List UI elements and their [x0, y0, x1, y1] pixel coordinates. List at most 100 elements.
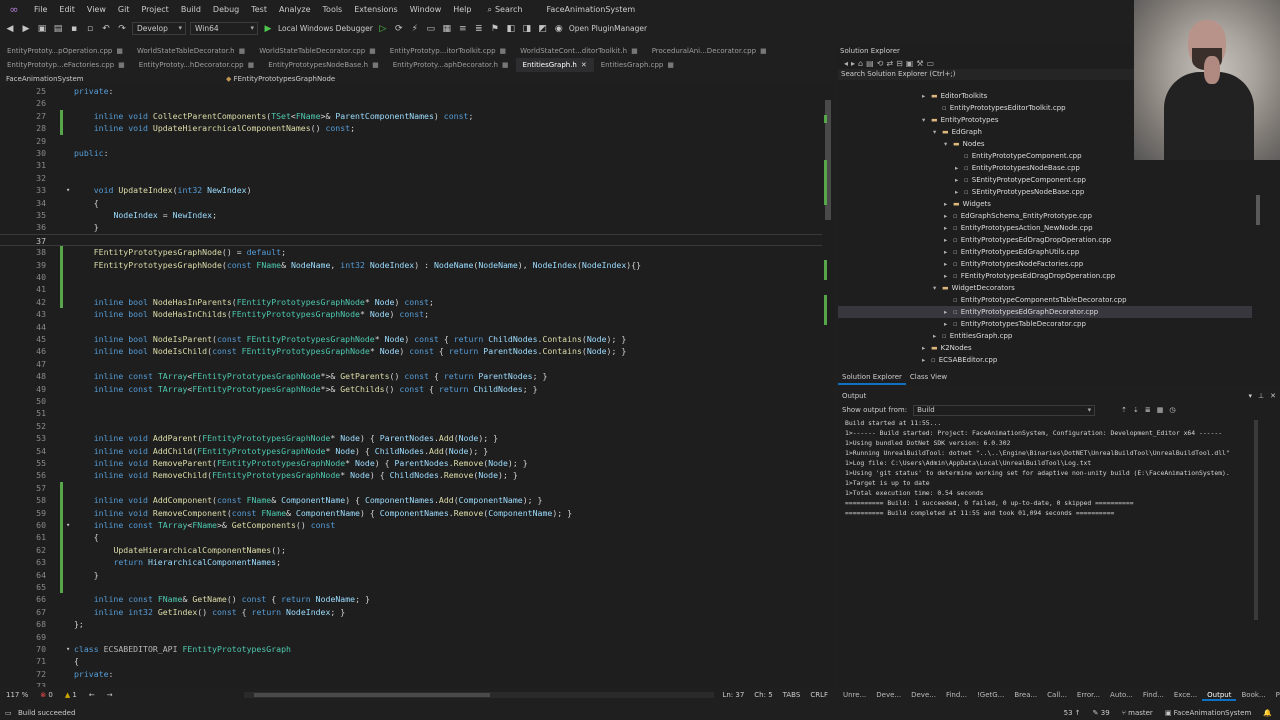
code-editor[interactable]: 25 private: 26 27 inline void CollectParent… — [0, 85, 834, 687]
tree-file[interactable]: ▸ ▫ FEntityPrototypesEdDragDropOperation.c… — [838, 270, 1115, 282]
tree-folder[interactable]: ▾ ▬ Nodes — [838, 138, 985, 150]
code-line[interactable]: 44 — [0, 321, 822, 333]
pencil-count[interactable]: ✎ 39 — [1093, 709, 1110, 717]
scrollbar-thumb[interactable] — [254, 693, 490, 697]
tree-file[interactable]: ▸ ▫ SEntityPrototypesNodeBase.cpp — [838, 186, 1084, 198]
code-line[interactable]: 56 inline void RemoveChild(FEntityProtot… — [0, 469, 822, 481]
code-line[interactable]: 33 ▾ void UpdateIndex(int32 NewIndex) — [0, 184, 822, 196]
preview-icon[interactable]: ▭ — [927, 59, 935, 68]
up-arrow-count[interactable]: 53 ↑ — [1064, 709, 1081, 717]
code-line[interactable]: 47 — [0, 358, 822, 370]
code-line[interactable]: 37 — [0, 233, 822, 246]
scope-dropdown[interactable]: ◆ FEntityPrototypesGraphNode — [220, 75, 480, 83]
editor-horizontal-scrollbar[interactable] — [244, 692, 714, 698]
pin-icon[interactable]: ■ — [372, 61, 379, 69]
pin-icon[interactable]: ■ — [369, 47, 376, 55]
code-line[interactable]: 58 inline void AddComponent(const FName&… — [0, 494, 822, 506]
show-all-files-icon[interactable]: ▣ — [906, 59, 914, 68]
file-icon[interactable]: ▭ — [425, 23, 437, 35]
tree-file[interactable]: ▸ ▫ EdGraphSchema_EntityPrototype.cpp — [838, 210, 1092, 222]
code-line[interactable]: 30 public: — [0, 147, 822, 159]
editor-tab[interactable]: EntitiesGraph.cpp ■ — [594, 58, 681, 72]
tree-folder[interactable]: ▾ ▬ WidgetDecorators — [838, 282, 1015, 294]
code-line[interactable]: 49 inline const TArray<FEntityPrototypes… — [0, 383, 822, 395]
expand-chevron-icon[interactable]: ▸ — [944, 246, 953, 258]
expand-chevron-icon[interactable]: ▾ — [933, 282, 942, 294]
tool-window-tab[interactable]: Book... — [1236, 689, 1270, 701]
tree-scrollbar[interactable] — [1256, 195, 1260, 225]
next-message-icon[interactable]: ⇣ — [1133, 406, 1139, 414]
fold-chevron-icon[interactable]: ▾ — [66, 519, 70, 531]
debugger-button[interactable]: Local Windows Debugger — [278, 24, 373, 33]
editor-tab[interactable]: WorldStateTableDecorator.cpp ■ — [252, 44, 383, 58]
code-line[interactable]: 25 private: — [0, 85, 822, 97]
tree-file[interactable]: ▸ ▫ ECSABEditor.cpp — [838, 354, 997, 366]
expand-chevron-icon[interactable]: ▸ — [944, 318, 953, 330]
menu-tools[interactable]: Tools — [317, 0, 349, 19]
editor-tab[interactable]: WorldStateTableDecorator.h ■ — [130, 44, 252, 58]
tool-window-tab[interactable]: !GetG... — [972, 689, 1009, 701]
expand-chevron-icon[interactable]: ▸ — [944, 234, 953, 246]
expand-chevron-icon[interactable]: ▸ — [933, 330, 942, 342]
code-line[interactable]: 41 — [0, 283, 822, 295]
menu-help[interactable]: Help — [447, 0, 477, 19]
expand-chevron-icon[interactable]: ▸ — [944, 198, 953, 210]
tree-folder[interactable]: ▾ ▬ EntityPrototypes — [838, 114, 998, 126]
expand-chevron-icon[interactable]: ▸ — [944, 222, 953, 234]
bookmark-clear-icon[interactable]: ◩ — [537, 23, 549, 35]
editor-tab[interactable]: ProceduralAni...Decorator.cpp ■ — [645, 44, 774, 58]
bookmark-icon[interactable]: ⚑ — [489, 23, 501, 35]
uncomment-icon[interactable]: ≣ — [473, 23, 485, 35]
code-line[interactable]: 39 FEntityPrototypesGraphNode(const FNam… — [0, 259, 822, 271]
code-line[interactable]: 48 inline const TArray<FEntityPrototypes… — [0, 370, 822, 382]
code-line[interactable]: 55 inline void RemoveParent(FEntityProto… — [0, 457, 822, 469]
menu-window[interactable]: Window — [404, 0, 448, 19]
code-line[interactable]: 28 inline void UpdateHierarchicalCompone… — [0, 122, 822, 134]
menu-file[interactable]: File — [28, 0, 53, 19]
code-line[interactable]: 42 inline bool NodeHasInParents(FEntityP… — [0, 296, 822, 308]
code-line[interactable]: 43 inline bool NodeHasInChilds(FEntityPr… — [0, 308, 822, 320]
code-line[interactable]: 26 — [0, 97, 822, 109]
code-line[interactable]: 38 FEntityPrototypesGraphNode() = defaul… — [0, 246, 822, 258]
open-folder-icon[interactable]: ▤ — [52, 23, 64, 35]
code-line[interactable]: 66 inline const FName& GetName() const {… — [0, 593, 822, 605]
editor-tab[interactable]: EntityPrototy...hDecorator.cpp ■ — [132, 58, 261, 72]
configuration-select[interactable]: Develop — [132, 22, 186, 35]
code-line[interactable]: 69 — [0, 631, 822, 643]
pending-changes-icon[interactable]: ⟲ — [877, 59, 884, 68]
editor-tab[interactable]: EntityPrototyp...itorToolkit.cpp ■ — [383, 44, 513, 58]
code-line[interactable]: 40 — [0, 271, 822, 283]
code-line[interactable]: 27 inline void CollectParentComponents(T… — [0, 110, 822, 122]
search-button[interactable]: ⌕ Search — [481, 5, 528, 15]
start-debugging-icon[interactable]: ▶ — [262, 23, 274, 35]
tree-file[interactable]: ▸ ▫ EntityPrototypesTableDecorator.cpp — [838, 318, 1086, 330]
home-icon[interactable]: ⌂ — [858, 59, 863, 68]
tool-window-tab[interactable]: Brea... — [1009, 689, 1042, 701]
pin-icon[interactable]: ■ — [667, 61, 674, 69]
tree-file[interactable]: ▸ ▫ EntityPrototypesEdDragDropOperation.cp… — [838, 234, 1111, 246]
notifications-icon[interactable]: 🔔 — [1263, 709, 1272, 717]
tab-solution-explorer[interactable]: Solution Explorer — [838, 371, 906, 385]
tool-window-tab[interactable]: Find... — [941, 689, 972, 701]
code-line[interactable]: 31 — [0, 159, 822, 171]
back-icon[interactable]: ◀ — [4, 23, 16, 35]
fold-chevron-icon[interactable]: ▾ — [66, 184, 70, 196]
output-source-select[interactable]: Build — [913, 404, 1096, 416]
code-line[interactable]: 32 — [0, 172, 822, 184]
tool-window-tab[interactable]: Prop... — [1271, 689, 1280, 701]
sync-icon[interactable]: ⇄ — [886, 59, 893, 68]
tree-file[interactable]: ▸ ▫ EntityPrototypesNodeBase.cpp — [838, 162, 1080, 174]
tool-window-tab[interactable]: Auto... — [1105, 689, 1138, 701]
code-line[interactable]: 60 ▾ inline const TArray<FName>& GetCompo… — [0, 519, 822, 531]
tool-window-tab[interactable]: Call... — [1042, 689, 1072, 701]
tool-window-tab[interactable]: Deve... — [906, 689, 941, 701]
bookmark-next-icon[interactable]: ◨ — [521, 23, 533, 35]
code-line[interactable]: 68}; — [0, 618, 822, 630]
expand-chevron-icon[interactable]: ▸ — [955, 186, 964, 198]
code-line[interactable]: 50 — [0, 395, 822, 407]
editor-tab[interactable]: EntityPrototy...pOperation.cpp ■ — [0, 44, 130, 58]
undo-icon[interactable]: ↶ — [100, 23, 112, 35]
branch-selector[interactable]: ⑂ master — [1122, 709, 1153, 717]
eol-indicator[interactable]: CRLF — [810, 689, 828, 701]
tree-file[interactable]: ▫ EntityPrototypeComponentsTableDecorator… — [838, 294, 1127, 306]
